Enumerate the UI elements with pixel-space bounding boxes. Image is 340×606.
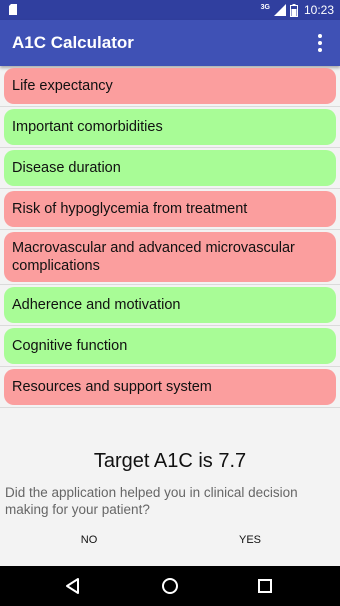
sim-card-icon — [9, 4, 17, 15]
factor-row-comorbidities: Important comorbidities — [0, 107, 340, 148]
factor-label: Adherence and motivation — [12, 297, 181, 313]
status-bar: 3G 10:23 — [0, 0, 340, 20]
factor-label: Life expectancy — [12, 78, 113, 94]
factor-label: Cognitive function — [12, 338, 128, 354]
factor-macrovascular-complications[interactable]: Macrovascular and advanced microvascular… — [4, 232, 336, 282]
yes-button[interactable]: YES — [210, 530, 290, 550]
network-type: 3G — [260, 3, 270, 11]
factor-label: Important comorbidities — [12, 119, 163, 135]
factor-row-life-expectancy: Life expectancy — [0, 66, 340, 107]
app-bar: A1C Calculator — [0, 20, 340, 66]
factor-resources-support[interactable]: Resources and support system — [4, 369, 336, 405]
back-icon[interactable] — [63, 576, 83, 596]
home-icon[interactable] — [160, 576, 180, 596]
factor-label: Risk of hypoglycemia from treatment — [12, 201, 248, 217]
factor-adherence-motivation[interactable]: Adherence and motivation — [4, 287, 336, 323]
factor-cognitive-function[interactable]: Cognitive function — [4, 328, 336, 364]
battery-icon — [289, 3, 298, 17]
factor-row-resources: Resources and support system — [0, 367, 340, 408]
factor-life-expectancy[interactable]: Life expectancy — [4, 68, 336, 104]
factor-label: Macrovascular and advanced microvascular… — [12, 240, 295, 274]
factor-row-complications: Macrovascular and advanced microvascular… — [0, 230, 340, 285]
factor-row-hypoglycemia: Risk of hypoglycemia from treatment — [0, 189, 340, 230]
factor-row-disease-duration: Disease duration — [0, 148, 340, 189]
factor-row-adherence: Adherence and motivation — [0, 285, 340, 326]
app-title: A1C Calculator — [12, 33, 134, 52]
overflow-menu-icon[interactable] — [310, 32, 330, 54]
target-a1c-result: Target A1C is 7.7 — [93, 450, 247, 472]
factor-label: Disease duration — [12, 160, 121, 176]
factor-risk-of-hypoglycemia[interactable]: Risk of hypoglycemia from treatment — [4, 191, 336, 227]
feedback-question: Did the application helped you in clinic… — [5, 485, 298, 517]
factor-important-comorbidities[interactable]: Important comorbidities — [4, 109, 336, 145]
factor-list: Life expectancy Important comorbidities … — [0, 66, 340, 408]
factor-disease-duration[interactable]: Disease duration — [4, 150, 336, 186]
factor-row-cognitive: Cognitive function — [0, 326, 340, 367]
navigation-bar — [0, 566, 340, 606]
status-time: 10:23 — [303, 3, 334, 17]
signal-icon — [273, 4, 286, 16]
no-button[interactable]: NO — [49, 530, 129, 550]
factor-label: Resources and support system — [12, 379, 212, 395]
recents-icon[interactable] — [255, 576, 275, 596]
